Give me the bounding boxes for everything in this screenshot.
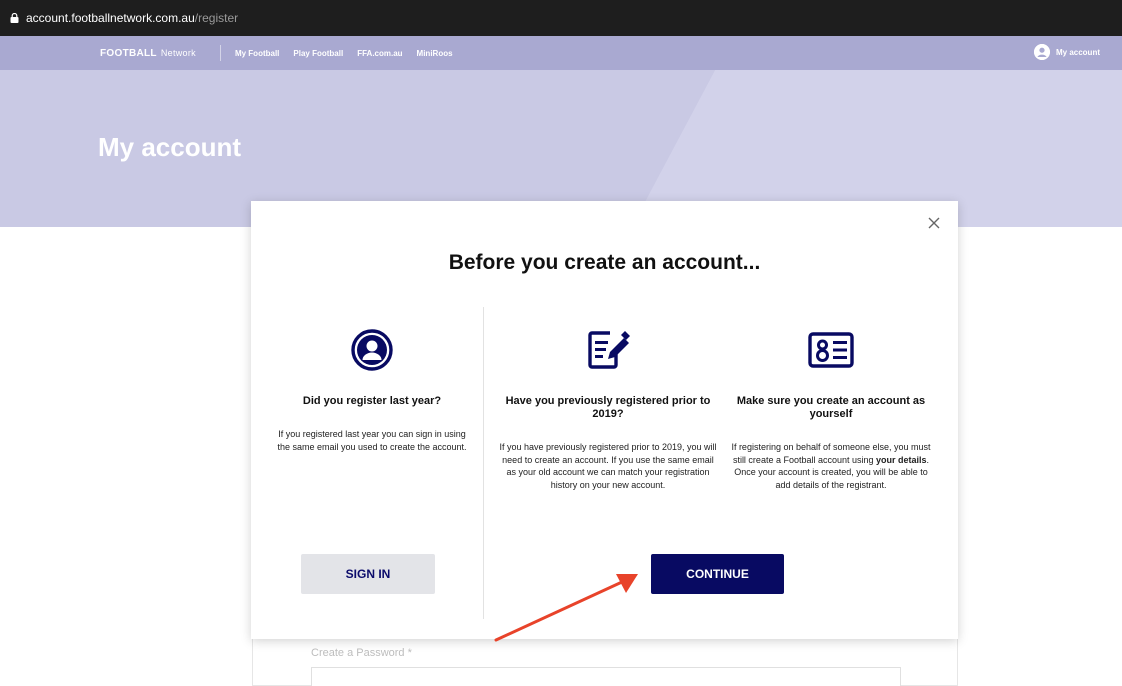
close-icon[interactable] xyxy=(924,213,944,233)
before-create-account-modal: Before you create an account... Did you … xyxy=(251,201,958,639)
info-column-create-as-yourself: Make sure you create an account as yours… xyxy=(729,327,933,491)
body-text-bold: your details xyxy=(876,454,927,465)
info-column-prior-2019: Have you previously registered prior to … xyxy=(499,327,717,491)
column-heading: Make sure you create an account as yours… xyxy=(736,395,926,420)
info-column-register-last-year: Did you register last year? If you regis… xyxy=(277,327,467,453)
nav-link-miniroos[interactable]: MiniRoos xyxy=(417,49,453,58)
modal-title: Before you create an account... xyxy=(448,251,761,274)
logo-sub-text: Network xyxy=(160,47,196,58)
continue-button[interactable]: CONTINUE xyxy=(651,554,784,594)
column-heading: Did you register last year? xyxy=(302,395,442,407)
account-avatar-icon xyxy=(1033,44,1050,60)
column-body: If you have previously registered prior … xyxy=(499,442,717,490)
browser-address-bar[interactable]: account.footballnetwork.com.au/register xyxy=(0,0,1122,36)
column-body: If you registered last year you can sign… xyxy=(277,429,467,452)
column-heading: Have you previously registered prior to … xyxy=(505,395,711,420)
id-card-icon xyxy=(808,327,854,373)
edit-note-icon xyxy=(585,327,631,373)
password-label: Create a Password * xyxy=(311,647,412,659)
logo-main-text: FOOTBALL xyxy=(100,47,157,59)
nav-links: My Football Play Football FFA.com.au Min… xyxy=(235,49,453,58)
nav-link-my-football[interactable]: My Football xyxy=(235,49,279,58)
nav-separator xyxy=(219,45,221,61)
nav-link-play-football[interactable]: Play Football xyxy=(293,49,343,58)
nav-link-ffa[interactable]: FFA.com.au xyxy=(357,49,402,58)
column-divider xyxy=(483,307,484,619)
column-body: If registering on behalf of someone else… xyxy=(729,441,933,491)
my-account-label: My account xyxy=(1055,47,1100,57)
my-account-link[interactable]: My account xyxy=(1033,44,1100,60)
password-input[interactable] xyxy=(311,667,901,686)
site-nav: FOOTBALL Network My Football Play Footba… xyxy=(0,36,1122,70)
user-circle-icon xyxy=(349,327,395,373)
sign-in-button[interactable]: SIGN IN xyxy=(301,554,435,594)
url-path: /register xyxy=(194,11,239,25)
lock-icon xyxy=(10,13,19,23)
page-title: My account xyxy=(98,132,242,162)
football-network-logo[interactable]: FOOTBALL Network xyxy=(100,48,196,59)
url-host: account.footballnetwork.com.au xyxy=(26,11,195,25)
